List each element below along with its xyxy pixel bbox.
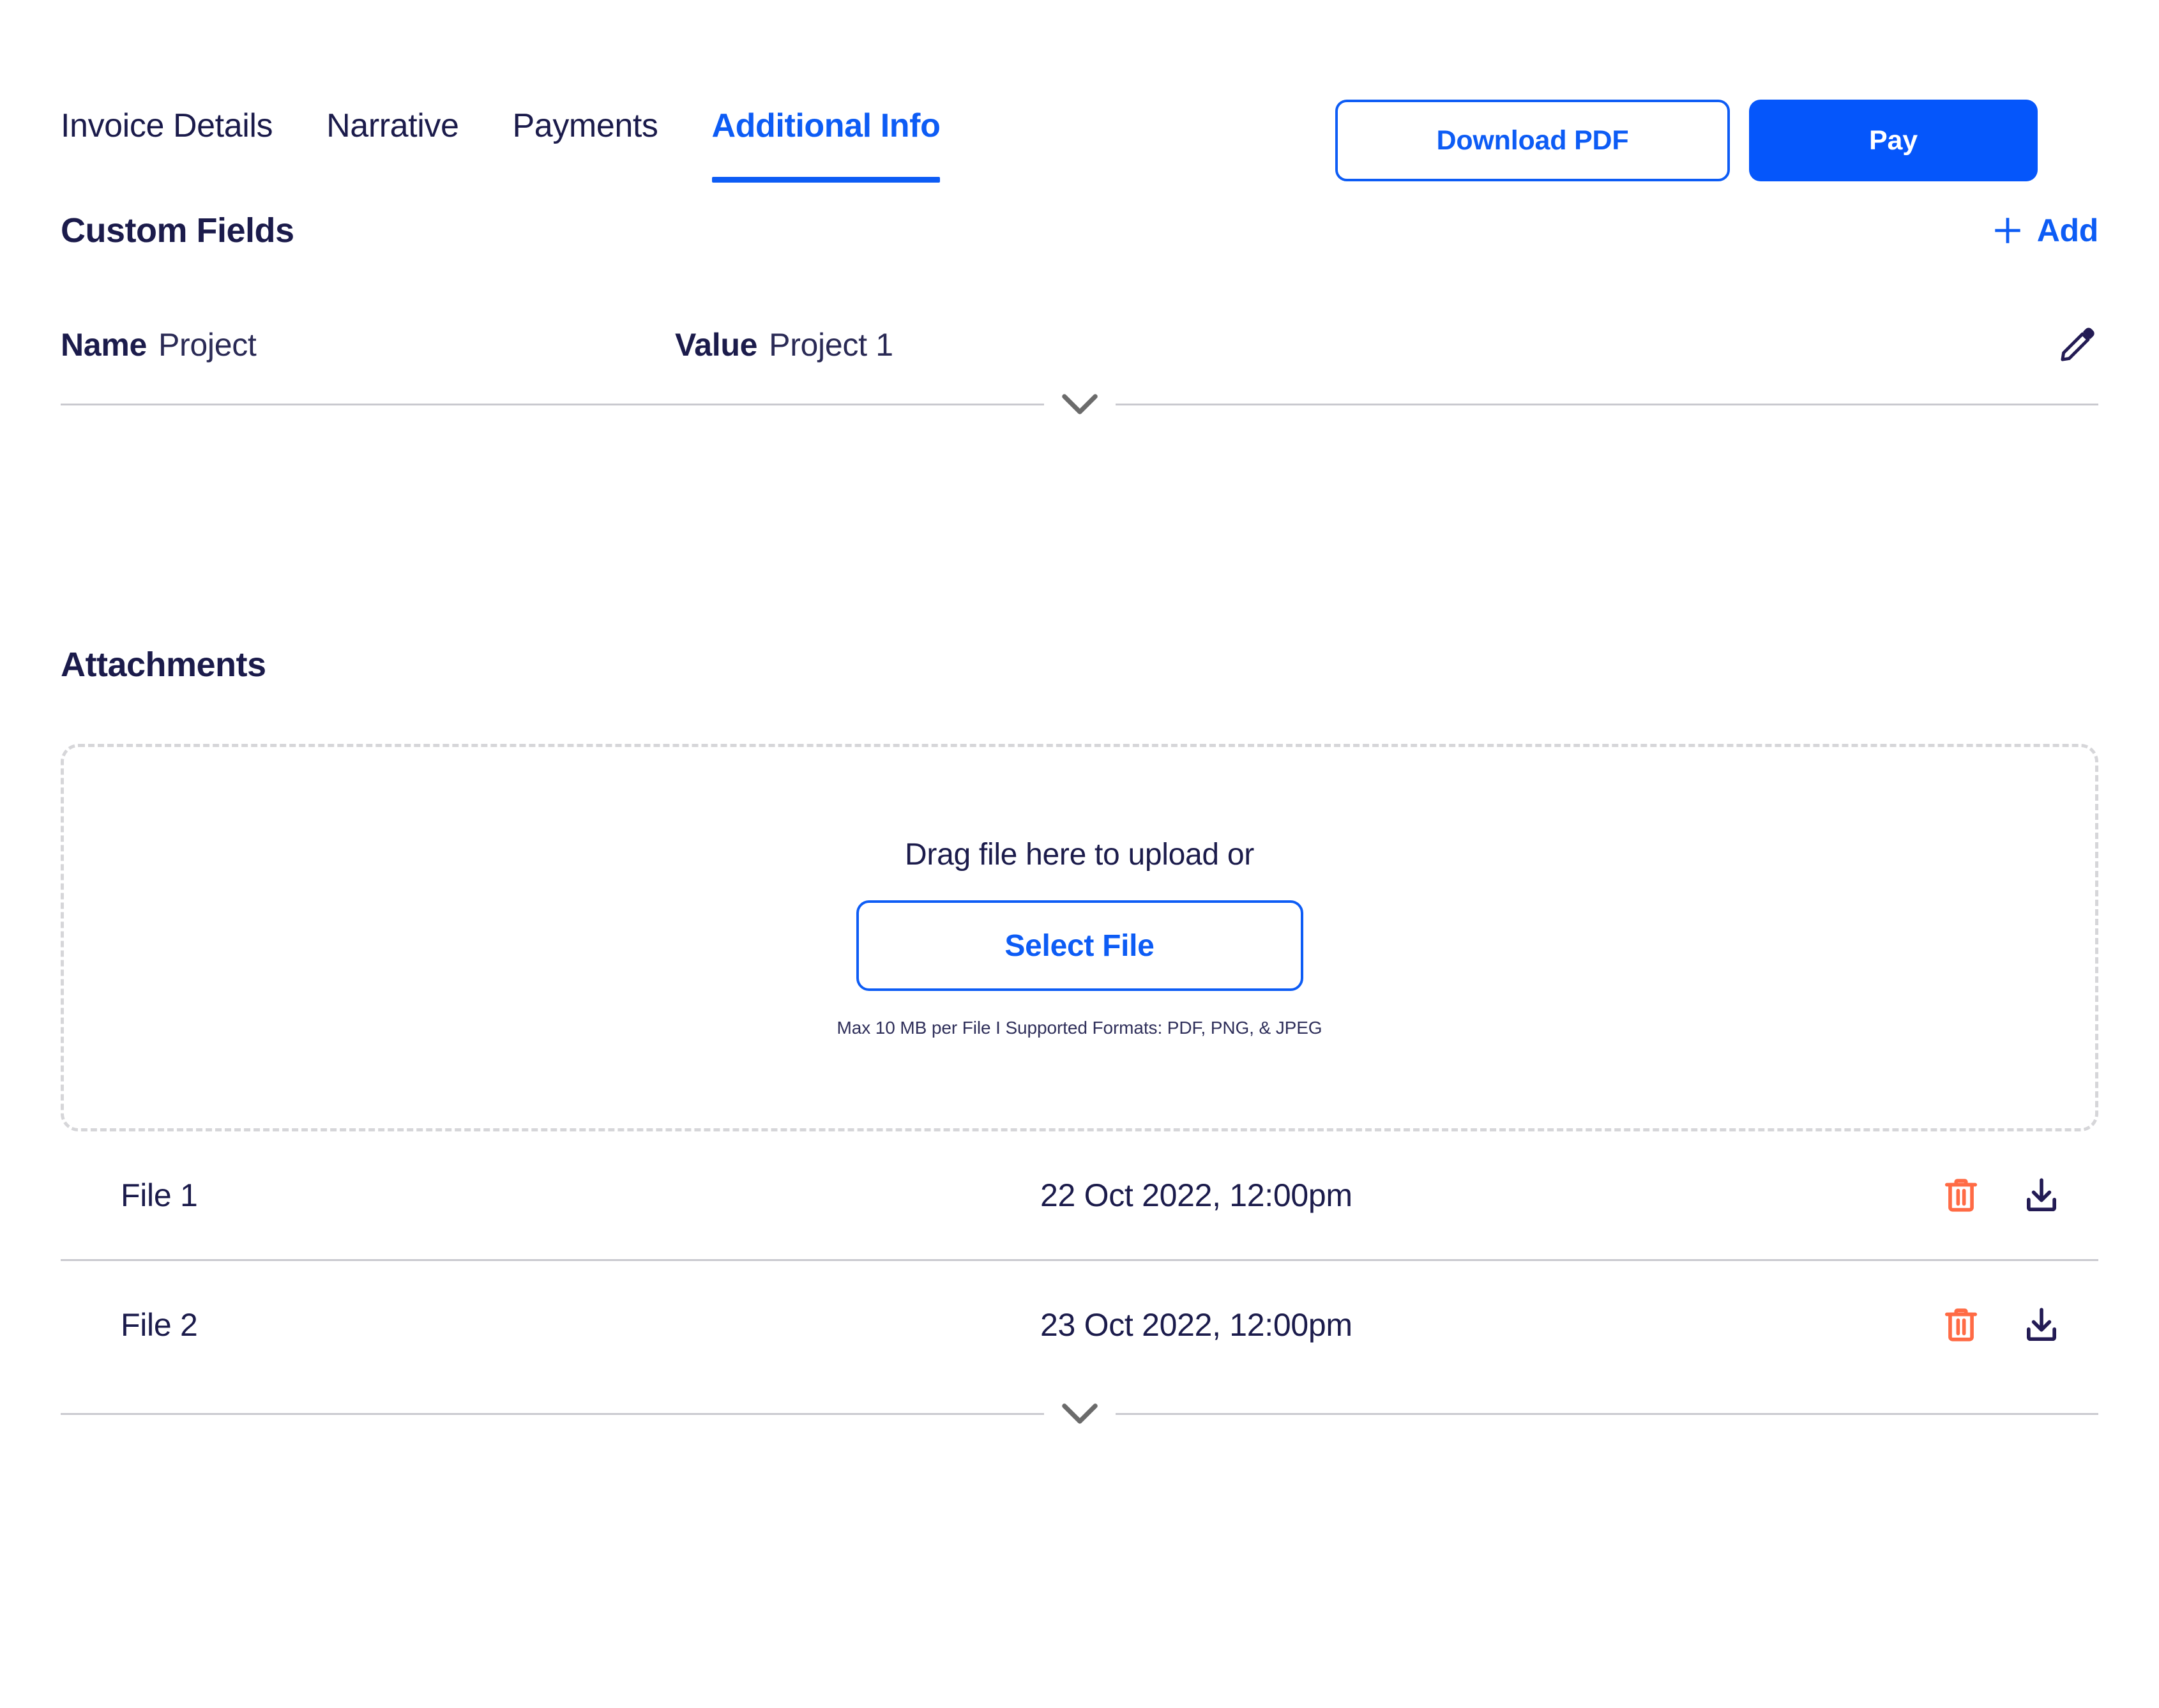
select-file-label: Select File — [1004, 928, 1155, 963]
custom-field-value-label: Value — [675, 327, 758, 363]
custom-fields-collapse-divider — [61, 393, 2098, 415]
tab-bar: Invoice Details Narrative Payments Addit… — [61, 107, 941, 183]
trash-icon[interactable] — [1941, 1175, 1981, 1215]
divider-line-left — [61, 1412, 1044, 1415]
add-custom-field-button[interactable]: Add — [1991, 212, 2098, 249]
chevron-down-icon[interactable] — [1061, 393, 1098, 415]
file-dropzone[interactable]: Drag file here to upload or Select File … — [61, 744, 2098, 1131]
dropzone-prompt: Drag file here to upload or — [905, 838, 1254, 872]
attachment-actions — [1941, 1305, 2061, 1345]
select-file-button[interactable]: Select File — [856, 900, 1303, 991]
download-icon[interactable] — [2022, 1305, 2061, 1345]
attachment-row: File 1 22 Oct 2022, 12:00pm — [61, 1131, 2098, 1259]
custom-field-value-cell: Value Project 1 — [675, 326, 893, 363]
custom-field-name-value: Project — [158, 327, 257, 363]
tab-payments[interactable]: Payments — [513, 107, 683, 146]
attachments-title: Attachments — [61, 646, 266, 684]
plus-icon — [1994, 218, 2020, 243]
attachment-name: File 2 — [121, 1307, 198, 1343]
download-pdf-label: Download PDF — [1436, 125, 1629, 156]
divider-chevron-slot — [1044, 1403, 1116, 1425]
download-icon[interactable] — [2022, 1175, 2061, 1215]
pay-button[interactable]: Pay — [1749, 100, 2038, 181]
attachment-date: 23 Oct 2022, 12:00pm — [1040, 1307, 1352, 1343]
custom-field-name-label: Name — [61, 327, 147, 363]
attachment-actions — [1941, 1175, 2061, 1215]
chevron-down-icon[interactable] — [1061, 1403, 1098, 1425]
attachment-date: 22 Oct 2022, 12:00pm — [1040, 1177, 1352, 1213]
tab-additional-info[interactable]: Additional Info — [711, 107, 941, 183]
tab-label: Narrative — [326, 107, 459, 144]
attachment-name: File 1 — [121, 1177, 198, 1213]
divider-chevron-slot — [1044, 393, 1116, 415]
tab-label: Payments — [512, 107, 658, 144]
attachment-row: File 2 23 Oct 2022, 12:00pm — [61, 1261, 2098, 1389]
additional-info-page: Invoice Details Narrative Payments Addit… — [0, 0, 2159, 1708]
custom-field-value-value: Project 1 — [769, 327, 893, 363]
custom-fields-title: Custom Fields — [61, 211, 294, 250]
trash-icon[interactable] — [1941, 1305, 1981, 1345]
custom-fields-header: Custom Fields Add — [61, 211, 2098, 250]
dropzone-note: Max 10 MB per File I Supported Formats: … — [837, 1018, 1322, 1038]
attachments-collapse-divider — [61, 1403, 2098, 1425]
edit-pencil-icon[interactable] — [2056, 324, 2098, 366]
header-actions: Download PDF Pay — [1335, 100, 2038, 181]
custom-fields-section: Custom Fields Add Name Project Value Pro… — [61, 211, 2098, 415]
custom-field-row: Name Project Value Project 1 — [61, 310, 2098, 379]
active-tab-underline — [711, 176, 941, 183]
tab-label: Additional Info — [711, 107, 941, 144]
page-header: Invoice Details Narrative Payments Addit… — [61, 0, 2098, 211]
custom-field-name-cell: Name Project — [61, 326, 675, 363]
tab-narrative[interactable]: Narrative — [326, 107, 483, 146]
pay-label: Pay — [1869, 125, 1918, 156]
custom-fields-list: Name Project Value Project 1 — [61, 310, 2098, 415]
divider-line-right — [1115, 403, 2098, 405]
add-label: Add — [2036, 213, 2099, 248]
tab-label: Invoice Details — [61, 107, 273, 144]
download-pdf-button[interactable]: Download PDF — [1335, 100, 1730, 181]
divider-line-left — [61, 403, 1044, 405]
attachment-list: File 1 22 Oct 2022, 12:00pm File 2 23 Oc… — [61, 1131, 2098, 1425]
attachments-section: Attachments Drag file here to upload or … — [61, 645, 2098, 1425]
divider-line-right — [1115, 1412, 2098, 1415]
tab-invoice-details[interactable]: Invoice Details — [61, 107, 297, 146]
